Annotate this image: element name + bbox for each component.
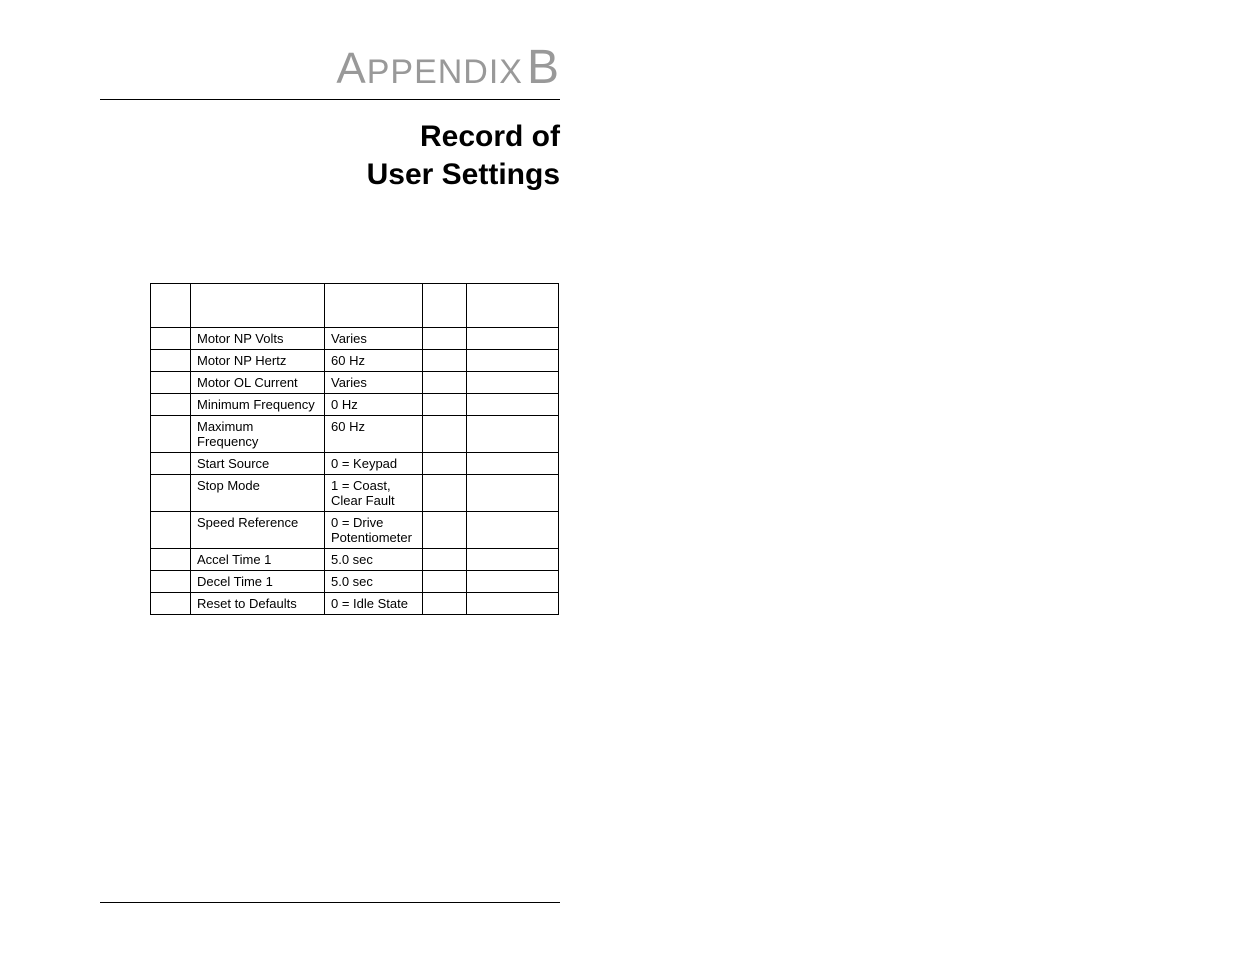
cell-user-1 bbox=[423, 475, 467, 512]
table-row: Motor OL CurrentVaries bbox=[151, 372, 559, 394]
cell-user-2 bbox=[467, 549, 559, 571]
cell-default-value: 0 = Drive Potentiometer bbox=[325, 512, 423, 549]
header-col-3 bbox=[325, 284, 423, 328]
cell-user-2 bbox=[467, 475, 559, 512]
subtitle-line-1: Record of bbox=[100, 118, 560, 156]
cell-user-1 bbox=[423, 512, 467, 549]
header-col-1 bbox=[151, 284, 191, 328]
cell-parameter-name: Motor NP Volts bbox=[191, 328, 325, 350]
cell-number bbox=[151, 453, 191, 475]
cell-default-value: 5.0 sec bbox=[325, 549, 423, 571]
subtitle-line-2: User Settings bbox=[100, 156, 560, 194]
cell-parameter-name: Minimum Frequency bbox=[191, 394, 325, 416]
header-col-4 bbox=[423, 284, 467, 328]
cell-parameter-name: Motor NP Hertz bbox=[191, 350, 325, 372]
cell-parameter-name: Stop Mode bbox=[191, 475, 325, 512]
cell-number bbox=[151, 372, 191, 394]
cell-user-1 bbox=[423, 372, 467, 394]
table-row: Minimum Frequency0 Hz bbox=[151, 394, 559, 416]
heading-divider bbox=[100, 99, 560, 100]
appendix-word: PPENDIX bbox=[367, 53, 523, 91]
cell-number bbox=[151, 350, 191, 372]
table-row: Accel Time 15.0 sec bbox=[151, 549, 559, 571]
cell-number bbox=[151, 549, 191, 571]
cell-user-1 bbox=[423, 350, 467, 372]
cell-parameter-name: Speed Reference bbox=[191, 512, 325, 549]
cell-number bbox=[151, 512, 191, 549]
cell-default-value: 0 = Keypad bbox=[325, 453, 423, 475]
table-row: Speed Reference0 = Drive Potentiometer bbox=[151, 512, 559, 549]
cell-user-2 bbox=[467, 571, 559, 593]
table-row: Stop Mode1 = Coast, Clear Fault bbox=[151, 475, 559, 512]
table-header-row bbox=[151, 284, 559, 328]
cell-user-2 bbox=[467, 512, 559, 549]
cell-default-value: 1 = Coast, Clear Fault bbox=[325, 475, 423, 512]
cell-user-1 bbox=[423, 394, 467, 416]
appendix-first-letter: A bbox=[336, 44, 366, 93]
cell-user-2 bbox=[467, 350, 559, 372]
cell-number bbox=[151, 475, 191, 512]
settings-table: Motor NP VoltsVariesMotor NP Hertz60 HzM… bbox=[150, 283, 559, 615]
footer-divider bbox=[100, 902, 560, 903]
cell-user-2 bbox=[467, 394, 559, 416]
cell-parameter-name: Start Source bbox=[191, 453, 325, 475]
cell-number bbox=[151, 328, 191, 350]
cell-user-1 bbox=[423, 593, 467, 615]
cell-number bbox=[151, 593, 191, 615]
cell-user-2 bbox=[467, 328, 559, 350]
table-row: Motor NP VoltsVaries bbox=[151, 328, 559, 350]
table-row: Start Source0 = Keypad bbox=[151, 453, 559, 475]
cell-user-2 bbox=[467, 416, 559, 453]
cell-parameter-name: Motor OL Current bbox=[191, 372, 325, 394]
page-title: Record of User Settings bbox=[100, 118, 560, 193]
cell-user-1 bbox=[423, 549, 467, 571]
table-row: Maximum Frequency60 Hz bbox=[151, 416, 559, 453]
cell-default-value: 60 Hz bbox=[325, 350, 423, 372]
table-row: Decel Time 15.0 sec bbox=[151, 571, 559, 593]
cell-default-value: 0 Hz bbox=[325, 394, 423, 416]
cell-number bbox=[151, 416, 191, 453]
cell-parameter-name: Accel Time 1 bbox=[191, 549, 325, 571]
appendix-letter: B bbox=[527, 41, 560, 94]
cell-user-1 bbox=[423, 571, 467, 593]
cell-user-2 bbox=[467, 453, 559, 475]
cell-user-1 bbox=[423, 453, 467, 475]
cell-parameter-name: Reset to Defaults bbox=[191, 593, 325, 615]
cell-number bbox=[151, 571, 191, 593]
header-col-2 bbox=[191, 284, 325, 328]
cell-user-2 bbox=[467, 593, 559, 615]
cell-default-value: 5.0 sec bbox=[325, 571, 423, 593]
cell-number bbox=[151, 394, 191, 416]
header-col-5 bbox=[467, 284, 559, 328]
cell-default-value: Varies bbox=[325, 372, 423, 394]
cell-user-1 bbox=[423, 328, 467, 350]
cell-user-2 bbox=[467, 372, 559, 394]
cell-default-value: 0 = Idle State bbox=[325, 593, 423, 615]
cell-default-value: 60 Hz bbox=[325, 416, 423, 453]
table-row: Motor NP Hertz60 Hz bbox=[151, 350, 559, 372]
cell-parameter-name: Maximum Frequency bbox=[191, 416, 325, 453]
table-row: Reset to Defaults0 = Idle State bbox=[151, 593, 559, 615]
cell-user-1 bbox=[423, 416, 467, 453]
cell-default-value: Varies bbox=[325, 328, 423, 350]
cell-parameter-name: Decel Time 1 bbox=[191, 571, 325, 593]
appendix-heading: APPENDIXB bbox=[100, 40, 560, 95]
